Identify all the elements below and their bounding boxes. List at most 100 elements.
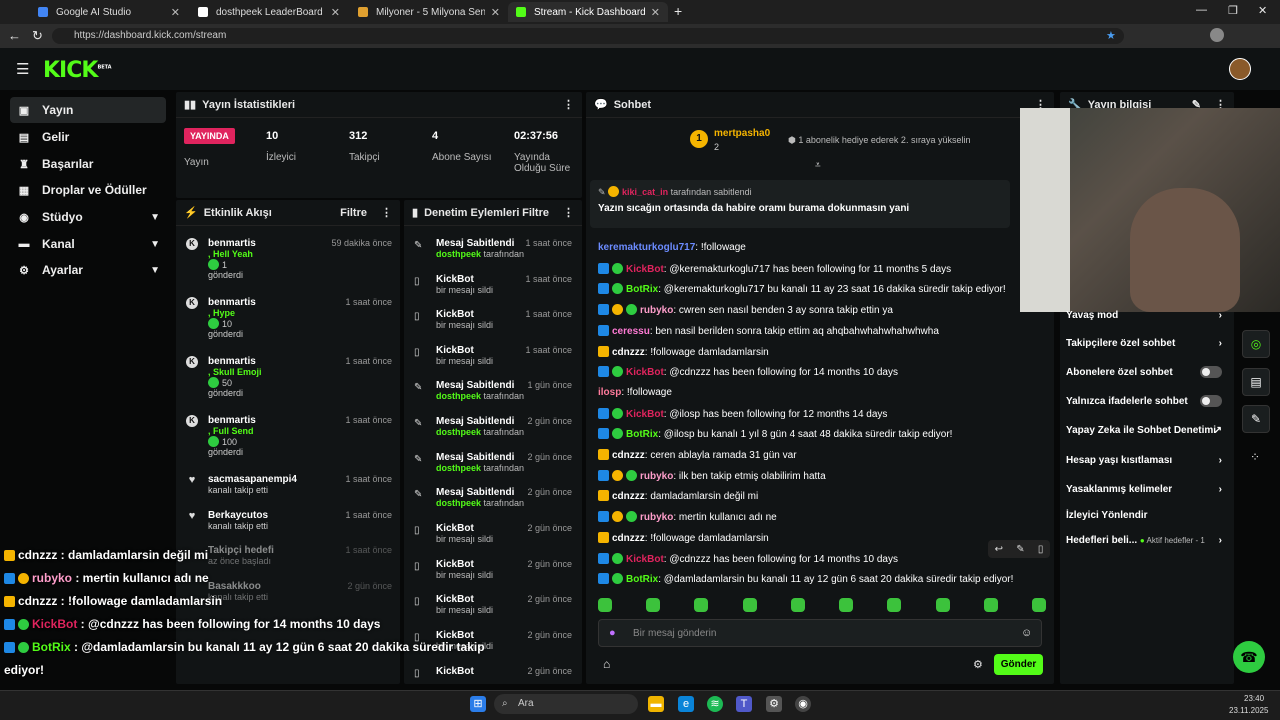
setting-ai-moderation[interactable]: Yapay Zeka ile Sohbet Denetimi ↗ — [1066, 425, 1226, 436]
chat-username[interactable]: rubyko — [640, 512, 673, 523]
filter-button[interactable]: Filtre — [522, 207, 549, 219]
tab-milyoner[interactable]: Milyoner - 5 Milyona Sen de Ulaş✕ — [350, 2, 508, 22]
send-button[interactable]: Gönder — [994, 654, 1043, 675]
emoji-icon[interactable]: ☺ — [1021, 627, 1032, 639]
emote-icon[interactable] — [694, 598, 709, 612]
chat-message: BotRix: @keremakturkoglu717 bu kanalı 11… — [598, 283, 1048, 295]
chat-username[interactable]: cdnzzz — [612, 450, 645, 461]
collapse-icon[interactable]: ⩡ — [815, 160, 821, 171]
chat-username[interactable]: BotRix — [626, 574, 658, 585]
sidebar-item-ayarlar[interactable]: ⚙ Ayarlar ▼ — [10, 257, 166, 283]
spotify-icon[interactable]: ≋ — [707, 696, 723, 712]
wrench-icon[interactable]: ✎ — [1242, 405, 1270, 433]
tab-google-ai-studio[interactable]: Google AI Studio ✕ — [30, 2, 188, 22]
sidebar-item-gelir[interactable]: ▤ Gelir — [10, 124, 166, 150]
green-badge-icon — [612, 428, 623, 440]
close-icon[interactable]: ✕ — [651, 6, 660, 19]
green-badge-icon — [626, 304, 637, 316]
setting-slow-mode[interactable]: Yavaş mod › — [1066, 310, 1226, 321]
chat-username[interactable]: cdnzzz — [612, 347, 645, 358]
emote-icon[interactable] — [598, 598, 612, 612]
setting-emote-only[interactable]: Yalnızca ifadelerle sohbet — [1066, 395, 1226, 407]
chat-username[interactable]: rubyko — [640, 305, 673, 316]
chat-username[interactable]: BotRix — [626, 429, 658, 440]
more-dots-icon[interactable]: ⁘ — [1250, 450, 1260, 464]
emote-icon[interactable] — [1031, 598, 1046, 612]
chat-username[interactable]: keremakturkoglu717 — [598, 242, 695, 253]
filter-button[interactable]: Filtre — [340, 207, 367, 219]
teams-icon[interactable]: T — [736, 696, 752, 712]
new-tab-icon[interactable]: + — [674, 3, 682, 19]
sidebar-item-droplar[interactable]: ▦ Droplar ve Ödüller — [10, 177, 166, 203]
kick-logo[interactable]: KICKBETA — [43, 58, 112, 83]
reply-icon[interactable]: ↩ — [995, 544, 1003, 555]
clock-time: 23:40 — [1244, 694, 1265, 703]
streamer-figure — [1130, 188, 1240, 312]
emote-icon[interactable] — [887, 598, 902, 612]
gear-icon[interactable]: ⚙ — [973, 658, 983, 671]
store-icon[interactable]: ⌂ — [603, 657, 610, 671]
support-button[interactable]: ☎ — [1233, 641, 1265, 673]
setting-subs-only[interactable]: Abonelere özel sohbet — [1066, 366, 1226, 378]
toggle[interactable] — [1200, 395, 1222, 407]
back-icon[interactable]: ← — [8, 28, 21, 43]
settings-icon[interactable]: ⚙ — [766, 696, 782, 712]
menu-icon[interactable]: ☰ — [16, 60, 29, 78]
chat-username[interactable]: ilosp — [598, 387, 621, 398]
chat-username[interactable]: KickBot — [626, 409, 664, 420]
chat-input[interactable]: ● Bir mesaj gönderin ☺ — [598, 619, 1042, 647]
layout-icon[interactable]: ▤ — [1242, 368, 1270, 396]
obs-icon[interactable]: ◉ — [795, 696, 811, 712]
favorite-star-icon[interactable]: ★ — [1106, 29, 1116, 42]
setting-raid[interactable]: İzleyici Yönlendir — [1066, 510, 1226, 521]
emote-icon[interactable] — [839, 598, 854, 612]
more-icon[interactable]: ⋮ — [563, 206, 574, 219]
reload-icon[interactable]: ↻ — [32, 28, 43, 44]
user-avatar[interactable] — [1229, 58, 1251, 80]
broadcast-icon[interactable]: ◎ — [1242, 330, 1270, 358]
profile-avatar[interactable] — [1210, 28, 1224, 42]
close-icon[interactable]: ✕ — [331, 6, 340, 19]
tab-kick-dashboard[interactable]: Stream - Kick Dashboard ✕ — [508, 2, 668, 22]
pin-icon[interactable]: ✎ — [1016, 544, 1024, 555]
more-icon[interactable]: ⋮ — [563, 98, 574, 111]
trash-icon[interactable]: ▯ — [1038, 544, 1044, 555]
sidebar-item-basarilar[interactable]: ♜ Başarılar — [10, 151, 166, 177]
setting-goals[interactable]: Hedefleri beli... ● Aktif hedefler - 1 › — [1066, 535, 1226, 546]
chat-username[interactable]: rubyko — [640, 471, 673, 482]
setting-account-age[interactable]: Hesap yaşı kısıtlaması › — [1066, 455, 1226, 466]
top-gifter-name[interactable]: mertpasha0 — [714, 128, 770, 139]
more-icon[interactable]: ⋮ — [381, 206, 392, 219]
url-field[interactable]: https://dashboard.kick.com/stream — [52, 28, 1124, 44]
tab-leaderboard[interactable]: dosthpeek LeaderBoard | The be✕ — [190, 2, 348, 22]
start-icon[interactable]: ⊞ — [470, 696, 486, 712]
close-icon[interactable]: ✕ — [171, 6, 180, 19]
setting-banned-words[interactable]: Yasaklanmış kelimeler › — [1066, 484, 1226, 495]
emote-icon[interactable] — [790, 598, 805, 612]
chat-username[interactable]: ceressu — [612, 326, 650, 337]
setting-followers-only[interactable]: Takipçilere özel sohbet › — [1066, 338, 1226, 349]
sidebar-item-kanal[interactable]: ▬ Kanal ▼ — [10, 231, 166, 257]
edge-icon[interactable]: e — [678, 696, 694, 712]
emote-icon[interactable] — [935, 598, 950, 612]
chat-username[interactable]: KickBot — [626, 264, 664, 275]
chat-username[interactable]: BotRix — [626, 284, 658, 295]
chat-username[interactable]: cdnzzz — [612, 533, 645, 544]
close-window-icon[interactable]: ✕ — [1258, 4, 1267, 17]
emote-icon[interactable] — [983, 598, 998, 612]
sidebar-item-studyo[interactable]: ◉ Stüdyo ▼ — [10, 204, 166, 230]
emote-icon[interactable] — [646, 598, 661, 612]
folder-icon[interactable]: ▬ — [648, 696, 664, 712]
taskbar-search[interactable]: ⌕ Ara — [494, 694, 638, 714]
sidebar-item-yayin[interactable]: ▣ Yayın — [10, 97, 166, 123]
maximize-icon[interactable]: ❐ — [1228, 4, 1238, 17]
emote-icon[interactable] — [742, 598, 757, 612]
overlay-chat-line: KickBot : @cdnzzz has been following for… — [4, 617, 380, 631]
close-icon[interactable]: ✕ — [491, 6, 500, 19]
mic-icon[interactable]: ● — [609, 627, 616, 639]
chat-username[interactable]: cdnzzz — [612, 491, 645, 502]
minimize-icon[interactable]: — — [1196, 4, 1207, 16]
toggle[interactable] — [1200, 366, 1222, 378]
chat-username[interactable]: KickBot — [626, 554, 664, 565]
chat-username[interactable]: KickBot — [626, 367, 664, 378]
